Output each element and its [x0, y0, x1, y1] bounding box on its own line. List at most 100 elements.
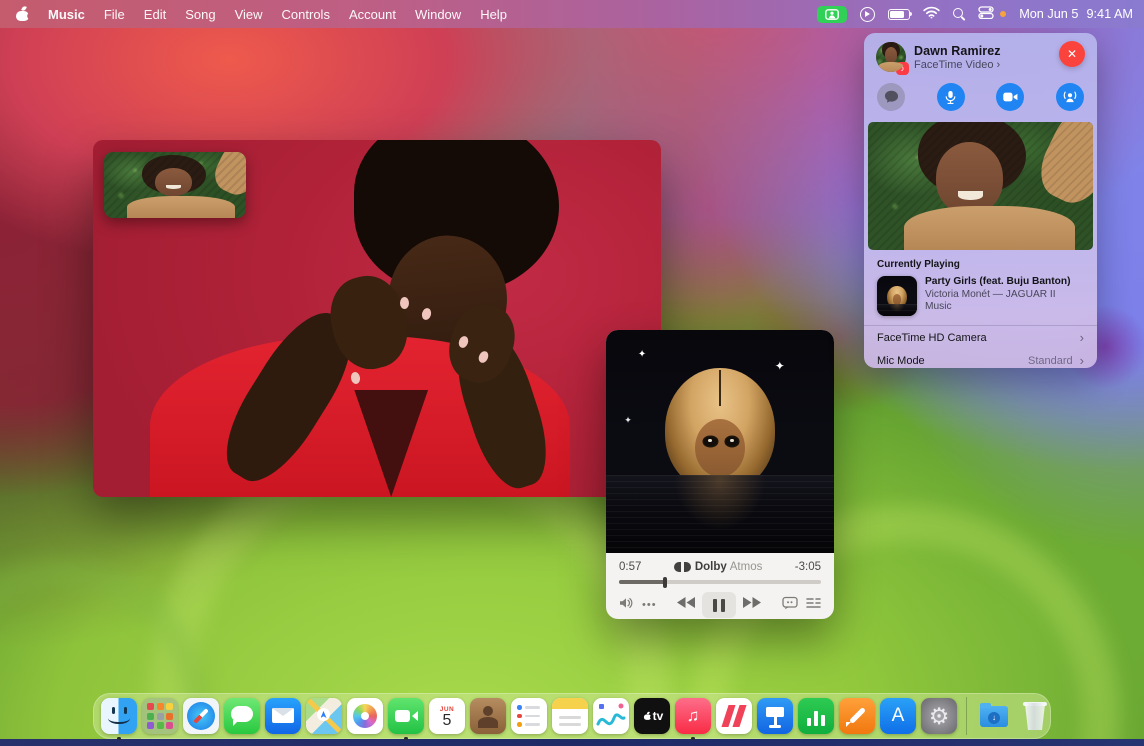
progress-thumb[interactable]	[663, 577, 667, 588]
volume-icon[interactable]	[619, 596, 634, 614]
dock-music-icon[interactable]: ♫	[675, 698, 711, 734]
dolby-logo-icon	[684, 562, 691, 572]
pip-person-smile	[166, 185, 180, 189]
artwork-water	[606, 475, 834, 553]
camera-button[interactable]	[996, 83, 1024, 111]
remote-video-preview	[868, 122, 1093, 250]
dock-downloads-icon[interactable]: ↓	[976, 698, 1012, 734]
menu-bar-clock[interactable]: Mon Jun 5 9:41 AM	[1019, 7, 1133, 21]
messages-button[interactable]	[877, 83, 905, 111]
clock-time: 9:41 AM	[1086, 7, 1133, 21]
rewind-button[interactable]	[676, 596, 696, 614]
chevron-right-icon: ›	[997, 59, 1001, 71]
chevron-right-icon: ›	[1080, 332, 1084, 343]
spotlight-search-icon[interactable]	[953, 8, 965, 20]
more-options-button[interactable]: •••	[642, 599, 657, 611]
dock-reminders-icon[interactable]	[511, 698, 547, 734]
pip-person-face	[155, 168, 192, 196]
dock-trash-icon[interactable]	[1017, 698, 1053, 734]
dock-finder-icon[interactable]	[101, 698, 137, 734]
avatar-shirt	[878, 62, 904, 72]
dock-safari-icon[interactable]	[183, 698, 219, 734]
dock-calendar-icon[interactable]: JUN5	[429, 698, 465, 734]
dock-notes-icon[interactable]	[552, 698, 588, 734]
mic-mode-value: Standard	[1028, 355, 1073, 367]
menu-song[interactable]: Song	[185, 7, 215, 22]
artwork-hair-part	[719, 370, 722, 406]
dock-pages-icon[interactable]	[839, 698, 875, 734]
dock-keynote-icon[interactable]	[757, 698, 793, 734]
facetime-call-window[interactable]	[93, 140, 661, 497]
elapsed-time: 0:57	[619, 561, 641, 573]
player-controls: 0:57 Dolby Atmos -3:05 •••	[606, 553, 834, 618]
preview-person-face	[936, 142, 1004, 214]
dock-contacts-icon[interactable]	[470, 698, 506, 734]
contact-avatar	[876, 42, 906, 72]
contact-name: Dawn Ramirez	[914, 44, 1001, 58]
currently-playing-label: Currently Playing	[877, 259, 1084, 270]
now-playing-menu-icon[interactable]	[860, 7, 875, 22]
menu-view[interactable]: View	[235, 7, 263, 22]
gear-icon: ⚙	[929, 703, 950, 730]
facetime-video-link[interactable]: FaceTime Video ›	[914, 59, 1001, 71]
end-call-button[interactable]: ✕	[1059, 41, 1085, 67]
dock-news-icon[interactable]	[716, 698, 752, 734]
star-sparkle: ✦	[775, 361, 785, 371]
dock-numbers-icon[interactable]	[798, 698, 834, 734]
control-center-icon[interactable]	[978, 6, 994, 22]
artwork-face	[695, 419, 745, 477]
running-indicator	[404, 737, 408, 741]
wifi-icon[interactable]	[923, 6, 940, 22]
artwork-eye	[704, 437, 717, 446]
wallpaper-bottom-edge	[0, 739, 1144, 746]
apple-menu-icon[interactable]	[16, 7, 29, 21]
lyrics-button[interactable]	[782, 596, 798, 615]
dolby-logo-icon	[674, 562, 681, 572]
avatar-face	[885, 47, 897, 63]
pause-button[interactable]	[702, 592, 736, 618]
menu-edit[interactable]: Edit	[144, 7, 166, 22]
dock-launchpad-icon[interactable]	[142, 698, 178, 734]
clock-date: Mon Jun 5	[1019, 7, 1078, 21]
menu-window[interactable]: Window	[415, 7, 461, 22]
star-sparkle: ✦	[638, 350, 646, 360]
artwork-eye	[726, 437, 739, 446]
menu-help[interactable]: Help	[480, 7, 507, 22]
dock-maps-icon[interactable]	[306, 698, 342, 734]
dock-freeform-icon[interactable]	[593, 698, 629, 734]
menu-bar: Music File Edit Song View Controls Accou…	[0, 0, 1144, 28]
fingernail	[400, 297, 409, 309]
dock-mail-icon[interactable]	[265, 698, 301, 734]
dock-facetime-icon[interactable]	[388, 698, 424, 734]
dock-system-settings-icon[interactable]: ⚙	[921, 698, 957, 734]
mic-mode-row[interactable]: Mic Mode Standard ›	[864, 349, 1097, 372]
facetime-camera-row[interactable]: FaceTime HD Camera ›	[864, 326, 1097, 349]
song-artist: Victoria Monét — JAGUAR II	[925, 289, 1070, 300]
mic-mode-label: Mic Mode	[877, 355, 925, 367]
facetime-control-panel: ♪ Dawn Ramirez FaceTime Video › ✕	[864, 33, 1097, 368]
currently-playing-song[interactable]: Party Girls (feat. Buju Banton) Victoria…	[877, 276, 1084, 316]
running-indicator	[691, 737, 695, 741]
menu-file[interactable]: File	[104, 7, 125, 22]
self-view-pip[interactable]	[104, 152, 246, 218]
scrub-bar[interactable]	[619, 580, 821, 584]
chevron-right-icon: ›	[1080, 355, 1084, 366]
dock-app-store-icon[interactable]: A	[880, 698, 916, 734]
battery-icon[interactable]	[888, 9, 910, 20]
progress-fill	[619, 580, 665, 584]
dock-photos-icon[interactable]	[347, 698, 383, 734]
shareplay-button[interactable]	[1056, 83, 1084, 111]
fast-forward-button[interactable]	[742, 596, 762, 614]
mute-mic-button[interactable]	[937, 83, 965, 111]
screen-sharing-status-icon[interactable]	[817, 6, 847, 23]
menu-controls[interactable]: Controls	[282, 7, 330, 22]
menu-account[interactable]: Account	[349, 7, 396, 22]
menu-app-name[interactable]: Music	[48, 7, 85, 22]
dock-messages-icon[interactable]	[224, 698, 260, 734]
queue-button[interactable]	[806, 596, 821, 614]
dock-apple-tv-icon[interactable]: tv	[634, 698, 670, 734]
song-thumbnail	[877, 276, 917, 316]
music-mini-player[interactable]: ✦ ✦ ✦ ✦ 0:57 Dolby Atmos -3:05	[606, 330, 834, 619]
remaining-time: -3:05	[795, 561, 821, 573]
camera-row-label: FaceTime HD Camera	[877, 332, 987, 344]
